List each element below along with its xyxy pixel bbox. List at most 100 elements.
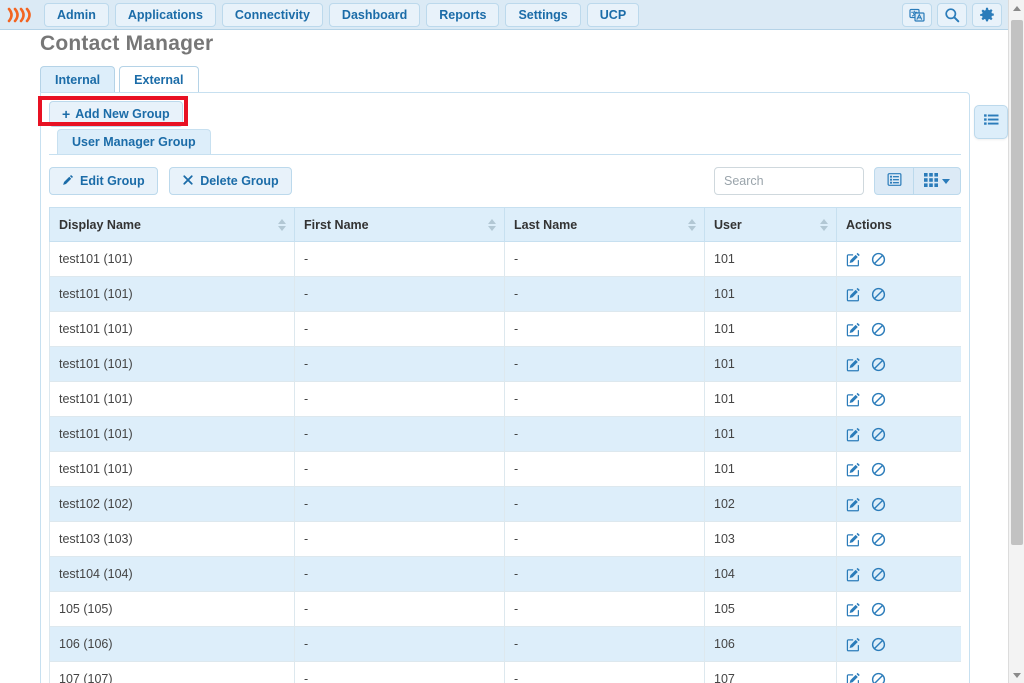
nav-item-dashboard[interactable]: Dashboard [328,2,421,27]
disable-row-icon[interactable] [871,602,886,617]
cell-user: 107 [704,661,837,683]
cell-first-name: - [294,276,505,312]
disable-row-icon[interactable] [871,322,886,337]
disable-row-icon[interactable] [871,287,886,302]
cell-first-name: - [294,521,505,557]
nav-item-reports[interactable]: Reports [426,2,500,27]
column-label: Display Name [59,217,141,232]
tab-internal[interactable]: Internal [40,66,116,92]
cell-last-name: - [504,346,705,382]
edit-row-icon[interactable] [846,392,861,407]
table-row[interactable]: 107 (107) - -107 [49,661,961,683]
table-row[interactable]: test101 (101) - -101 [49,276,961,312]
cell-user: 101 [704,416,837,452]
edit-row-icon[interactable] [846,532,861,547]
table-row[interactable]: test104 (104) - -104 [49,556,961,592]
table-row[interactable]: test101 (101) - -101 [49,346,961,382]
edit-row-icon[interactable] [846,322,861,337]
scroll-down-arrow-icon[interactable] [1009,667,1024,683]
cell-last-name: - [504,276,705,312]
gear-icon[interactable] [972,3,1002,27]
search-input[interactable] [714,167,864,195]
column-label: Last Name [514,217,578,232]
table-row[interactable]: test102 (102) - -102 [49,486,961,522]
disable-row-icon[interactable] [871,532,886,547]
side-panel-toggle[interactable] [974,105,1008,139]
search-icon[interactable] [937,3,967,27]
times-icon [182,174,194,189]
edit-row-icon[interactable] [846,357,861,372]
table-row[interactable]: test101 (101) - -101 [49,241,961,277]
edit-row-icon[interactable] [846,672,861,683]
edit-row-icon[interactable] [846,567,861,582]
cell-user: 104 [704,556,837,592]
freepbx-logo[interactable] [0,0,44,30]
nav-item-label: Admin [57,7,96,22]
edit-row-icon[interactable] [846,602,861,617]
disable-row-icon[interactable] [871,637,886,652]
nav-item-label: Settings [518,7,568,22]
table-row[interactable]: test101 (101) - -101 [49,451,961,487]
scroll-up-arrow-icon[interactable] [1009,0,1024,16]
columns-dropdown-button[interactable] [914,167,961,195]
column-header-last-name[interactable]: Last Name [504,207,705,242]
cell-actions [836,276,961,312]
column-header-first-name[interactable]: First Name [294,207,505,242]
nav-item-label: Applications [127,7,203,22]
translate-icon[interactable] [902,3,932,27]
cell-actions [836,521,961,557]
cell-first-name: - [294,381,505,417]
disable-row-icon[interactable] [871,672,886,683]
cell-display-name: test101 (101) [49,276,295,312]
edit-row-icon[interactable] [846,462,861,477]
disable-row-icon[interactable] [871,427,886,442]
nav-item-admin[interactable]: Admin [44,2,109,27]
tab-external[interactable]: External [119,66,199,92]
disable-row-icon[interactable] [871,497,886,512]
nav-item-settings[interactable]: Settings [505,2,581,27]
detail-view-button[interactable] [874,167,914,195]
column-header-display-name[interactable]: Display Name [49,207,295,242]
delete-group-label: Delete Group [200,174,279,188]
edit-row-icon[interactable] [846,287,861,302]
cell-display-name: 105 (105) [49,591,295,627]
cell-actions [836,556,961,592]
edit-row-icon[interactable] [846,637,861,652]
table-row[interactable]: 105 (105) - -105 [49,591,961,627]
nav-item-label: Reports [439,7,487,22]
add-new-group-button[interactable]: + Add New Group [49,101,183,127]
scrollbar-thumb[interactable] [1011,20,1023,545]
nav-item-connectivity[interactable]: Connectivity [221,2,323,27]
page-scrollbar[interactable] [1008,0,1024,683]
table-row[interactable]: test101 (101) - -101 [49,416,961,452]
edit-row-icon[interactable] [846,252,861,267]
outer-tabs: Internal External [40,66,199,92]
edit-row-icon[interactable] [846,427,861,442]
column-header-user[interactable]: User [704,207,837,242]
cell-first-name: - [294,451,505,487]
edit-row-icon[interactable] [846,497,861,512]
cell-display-name: test101 (101) [49,451,295,487]
cell-actions [836,416,961,452]
disable-row-icon[interactable] [871,462,886,477]
edit-group-label: Edit Group [80,174,145,188]
table-row[interactable]: 106 (106) - -106 [49,626,961,662]
nav-item-ucp[interactable]: UCP [586,2,640,27]
disable-row-icon[interactable] [871,392,886,407]
tab-user-manager-group[interactable]: User Manager Group [57,129,211,155]
nav-item-applications[interactable]: Applications [114,2,216,27]
table-row[interactable]: test101 (101) - -101 [49,381,961,417]
plus-icon: + [62,106,71,122]
table-row[interactable]: test101 (101) - -101 [49,311,961,347]
disable-row-icon[interactable] [871,357,886,372]
disable-row-icon[interactable] [871,252,886,267]
chevron-down-icon [942,178,950,184]
table-row[interactable]: test103 (103) - -103 [49,521,961,557]
delete-group-button[interactable]: Delete Group [169,167,292,195]
cell-last-name: - [504,661,705,683]
disable-row-icon[interactable] [871,567,886,582]
column-label: User [714,217,742,232]
edit-group-button[interactable]: Edit Group [49,167,158,195]
cell-last-name: - [504,486,705,522]
table-header-row: Display Name First Name Last Name User A… [49,207,961,242]
